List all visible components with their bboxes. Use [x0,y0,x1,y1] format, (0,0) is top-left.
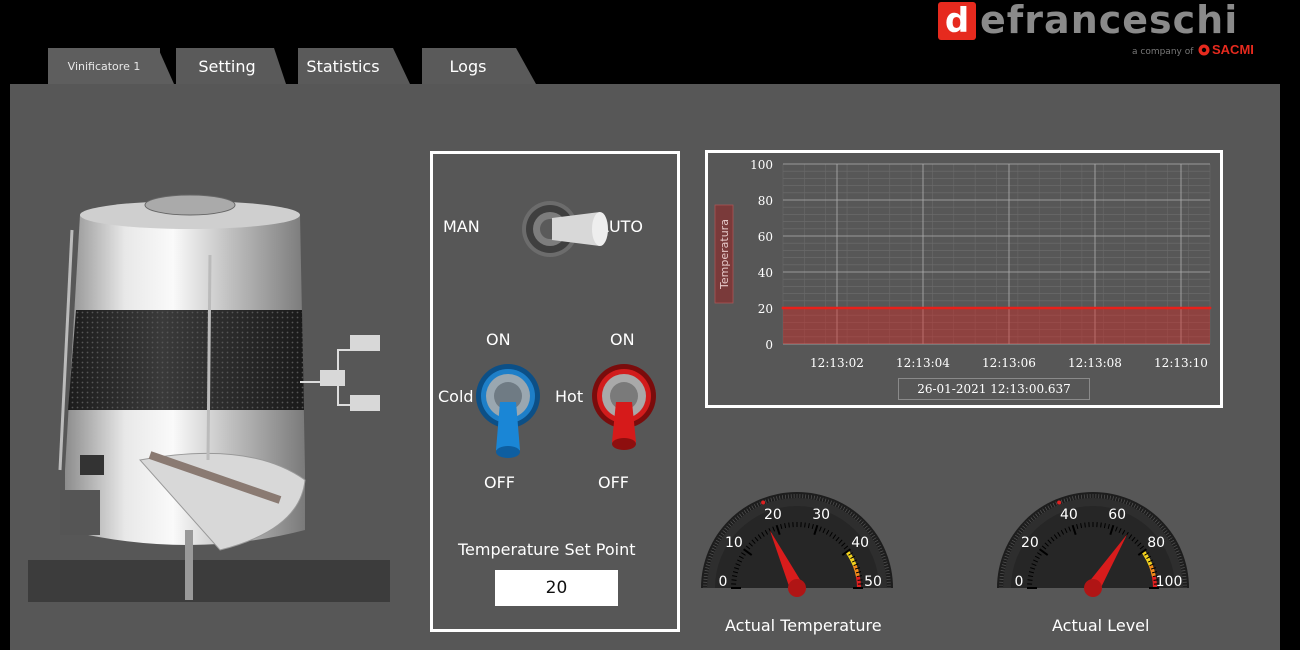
mode-toggle-switch[interactable] [520,200,608,260]
gauge-tick [788,522,790,528]
gauge-tick-label: 60 [1108,507,1126,523]
tab-label: Vinificatore 1 [67,59,141,73]
gauge-tick-label: 10 [725,535,743,551]
wine-tank-illustration-icon [58,194,380,600]
data-point [1080,306,1084,310]
hot-off-label: OFF [598,473,629,492]
data-point [1037,306,1041,310]
y-tick-label: 0 [765,338,773,352]
gauge-tick [1100,522,1102,528]
cold-on-label: ON [486,330,511,349]
x-tick-label: 12:13:06 [982,356,1036,370]
x-tick-label: 12:13:10 [1154,356,1208,370]
y-axis-label: Temperatura [718,219,731,290]
brand-name: efranceschi [980,0,1239,42]
x-tick-label: 12:13:08 [1068,356,1122,370]
data-point [824,306,828,310]
brand-subtitle: a company of [1132,47,1194,57]
gauge-tick-label: 0 [1015,574,1024,590]
gauge-tick-label: 0 [719,574,728,590]
y-tick-label: 20 [758,302,773,316]
gauge-tick-label: 80 [1147,535,1165,551]
gauge-bezel-tick [703,575,708,578]
gauge-tick-label: 20 [764,507,782,523]
y-tick-label: 60 [758,230,773,244]
hot-toggle-switch[interactable] [590,362,660,462]
gauge-tick [804,522,806,528]
tab-statistics[interactable]: Statistics [298,48,410,84]
data-point [995,306,998,310]
gauge-bezel-tick [886,575,891,578]
tab-label: Statistics [306,56,380,76]
gauge-label-temperature: Actual Temperature [725,616,882,635]
temperature-gauge: 0 10 20 30 40 50 [701,492,893,597]
tab-vinificatore-1[interactable]: Vinificatore 1 [48,48,174,84]
setpoint-input[interactable]: 20 [495,570,618,606]
data-point [1165,306,1169,310]
setpoint-label: Temperature Set Point [458,540,636,559]
chart-timestamp: 26-01-2021 12:13:00.637 [898,378,1090,400]
gauge-tick-label: 40 [1060,507,1078,523]
hot-label: Hot [555,387,584,406]
gauge-tick [731,579,737,581]
data-point [1123,306,1126,310]
gauge-tick [1027,579,1033,581]
mode-label-man: MAN [443,217,480,236]
data-point [952,306,956,310]
gauge-bezel-tick [807,494,810,499]
parent-brand-name: SACMI [1212,42,1254,57]
level-gauge: 0 20 40 60 80 100 [997,492,1189,597]
hot-on-label: ON [610,330,635,349]
series-area [783,308,1210,344]
sacmi-emblem-icon [1198,44,1210,55]
x-tick-label: 12:13:02 [810,356,864,370]
gauge-bezel-tick [999,575,1004,578]
cold-toggle-switch[interactable] [474,362,544,462]
gauge-bezel-tick [1080,494,1083,499]
gauge-bezel-tick [1103,494,1106,499]
data-point [1208,306,1212,310]
gauge-bezel-tick [784,494,787,499]
gauge-hub [1084,579,1102,597]
data-point [867,306,870,310]
data-point [781,306,785,310]
gauge-marker [1057,500,1062,505]
y-tick-label: 80 [758,194,773,208]
tab-setting[interactable]: Setting [176,48,286,84]
gauge-tick [1084,522,1086,528]
gauge-tick-label: 30 [812,507,830,523]
gauge-tick-label: 50 [864,574,882,590]
tab-label: Logs [449,56,487,76]
brand-logo-mark: d [938,2,976,40]
brand-logo-letter: d [944,1,970,41]
gauge-tick-label: 40 [851,535,869,551]
cold-off-label: OFF [484,473,515,492]
gauge-tick-label: 100 [1156,574,1183,590]
gauge-label-level: Actual Level [1052,616,1150,635]
cold-label: Cold [438,387,474,406]
tab-logs[interactable]: Logs [422,48,536,84]
data-point [909,306,913,310]
x-tick-label: 12:13:04 [896,356,950,370]
parent-brand: SACMI [1198,42,1254,57]
gauge-tick-label: 20 [1021,535,1039,551]
y-tick-label: 100 [750,158,773,172]
gauge-tick [857,579,863,581]
temperature-chart: 0 20 40 60 80 100 12:13:02 12:13:04 12:13:06 12:1… [714,158,1212,370]
gauge-hub [788,579,806,597]
gauge-zone [855,576,861,589]
y-tick-label: 40 [758,266,773,280]
gauge-bezel-tick [1182,575,1187,578]
gauge-marker [761,500,766,505]
tab-label: Setting [198,56,256,76]
